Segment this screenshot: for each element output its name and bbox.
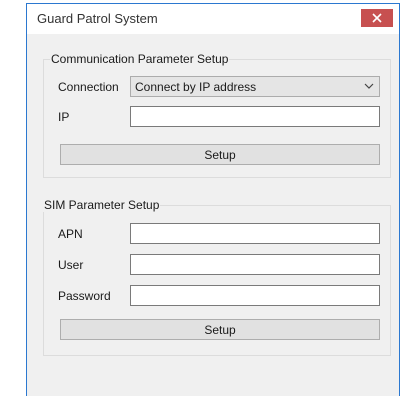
title-bar: Guard Patrol System bbox=[27, 4, 399, 34]
close-icon bbox=[372, 13, 382, 23]
close-button[interactable] bbox=[361, 9, 393, 27]
user-label: User bbox=[58, 258, 84, 272]
sim-parameter-group: SIM Parameter Setup APN User Password Se… bbox=[43, 198, 391, 356]
chevron-down-icon bbox=[364, 83, 374, 89]
communication-setup-button[interactable]: Setup bbox=[60, 144, 380, 165]
password-input[interactable] bbox=[130, 285, 380, 306]
ip-label: IP bbox=[58, 110, 70, 124]
window-title: Guard Patrol System bbox=[37, 11, 158, 26]
communication-parameter-group: Communication Parameter Setup Connection… bbox=[43, 52, 391, 178]
sim-setup-button[interactable]: Setup bbox=[60, 319, 380, 340]
apn-label: APN bbox=[58, 227, 83, 241]
user-input[interactable] bbox=[130, 254, 380, 275]
apn-input[interactable] bbox=[130, 223, 380, 244]
password-label: Password bbox=[58, 289, 111, 303]
connection-label: Connection bbox=[58, 80, 119, 94]
ip-input[interactable] bbox=[130, 106, 380, 127]
connection-select[interactable]: Connect by IP address bbox=[130, 76, 380, 97]
app-window: Guard Patrol System Communication Parame… bbox=[26, 3, 400, 396]
connection-select-value: Connect by IP address bbox=[135, 80, 257, 94]
sim-group-title: SIM Parameter Setup bbox=[43, 198, 161, 212]
communication-group-title: Communication Parameter Setup bbox=[50, 52, 230, 66]
